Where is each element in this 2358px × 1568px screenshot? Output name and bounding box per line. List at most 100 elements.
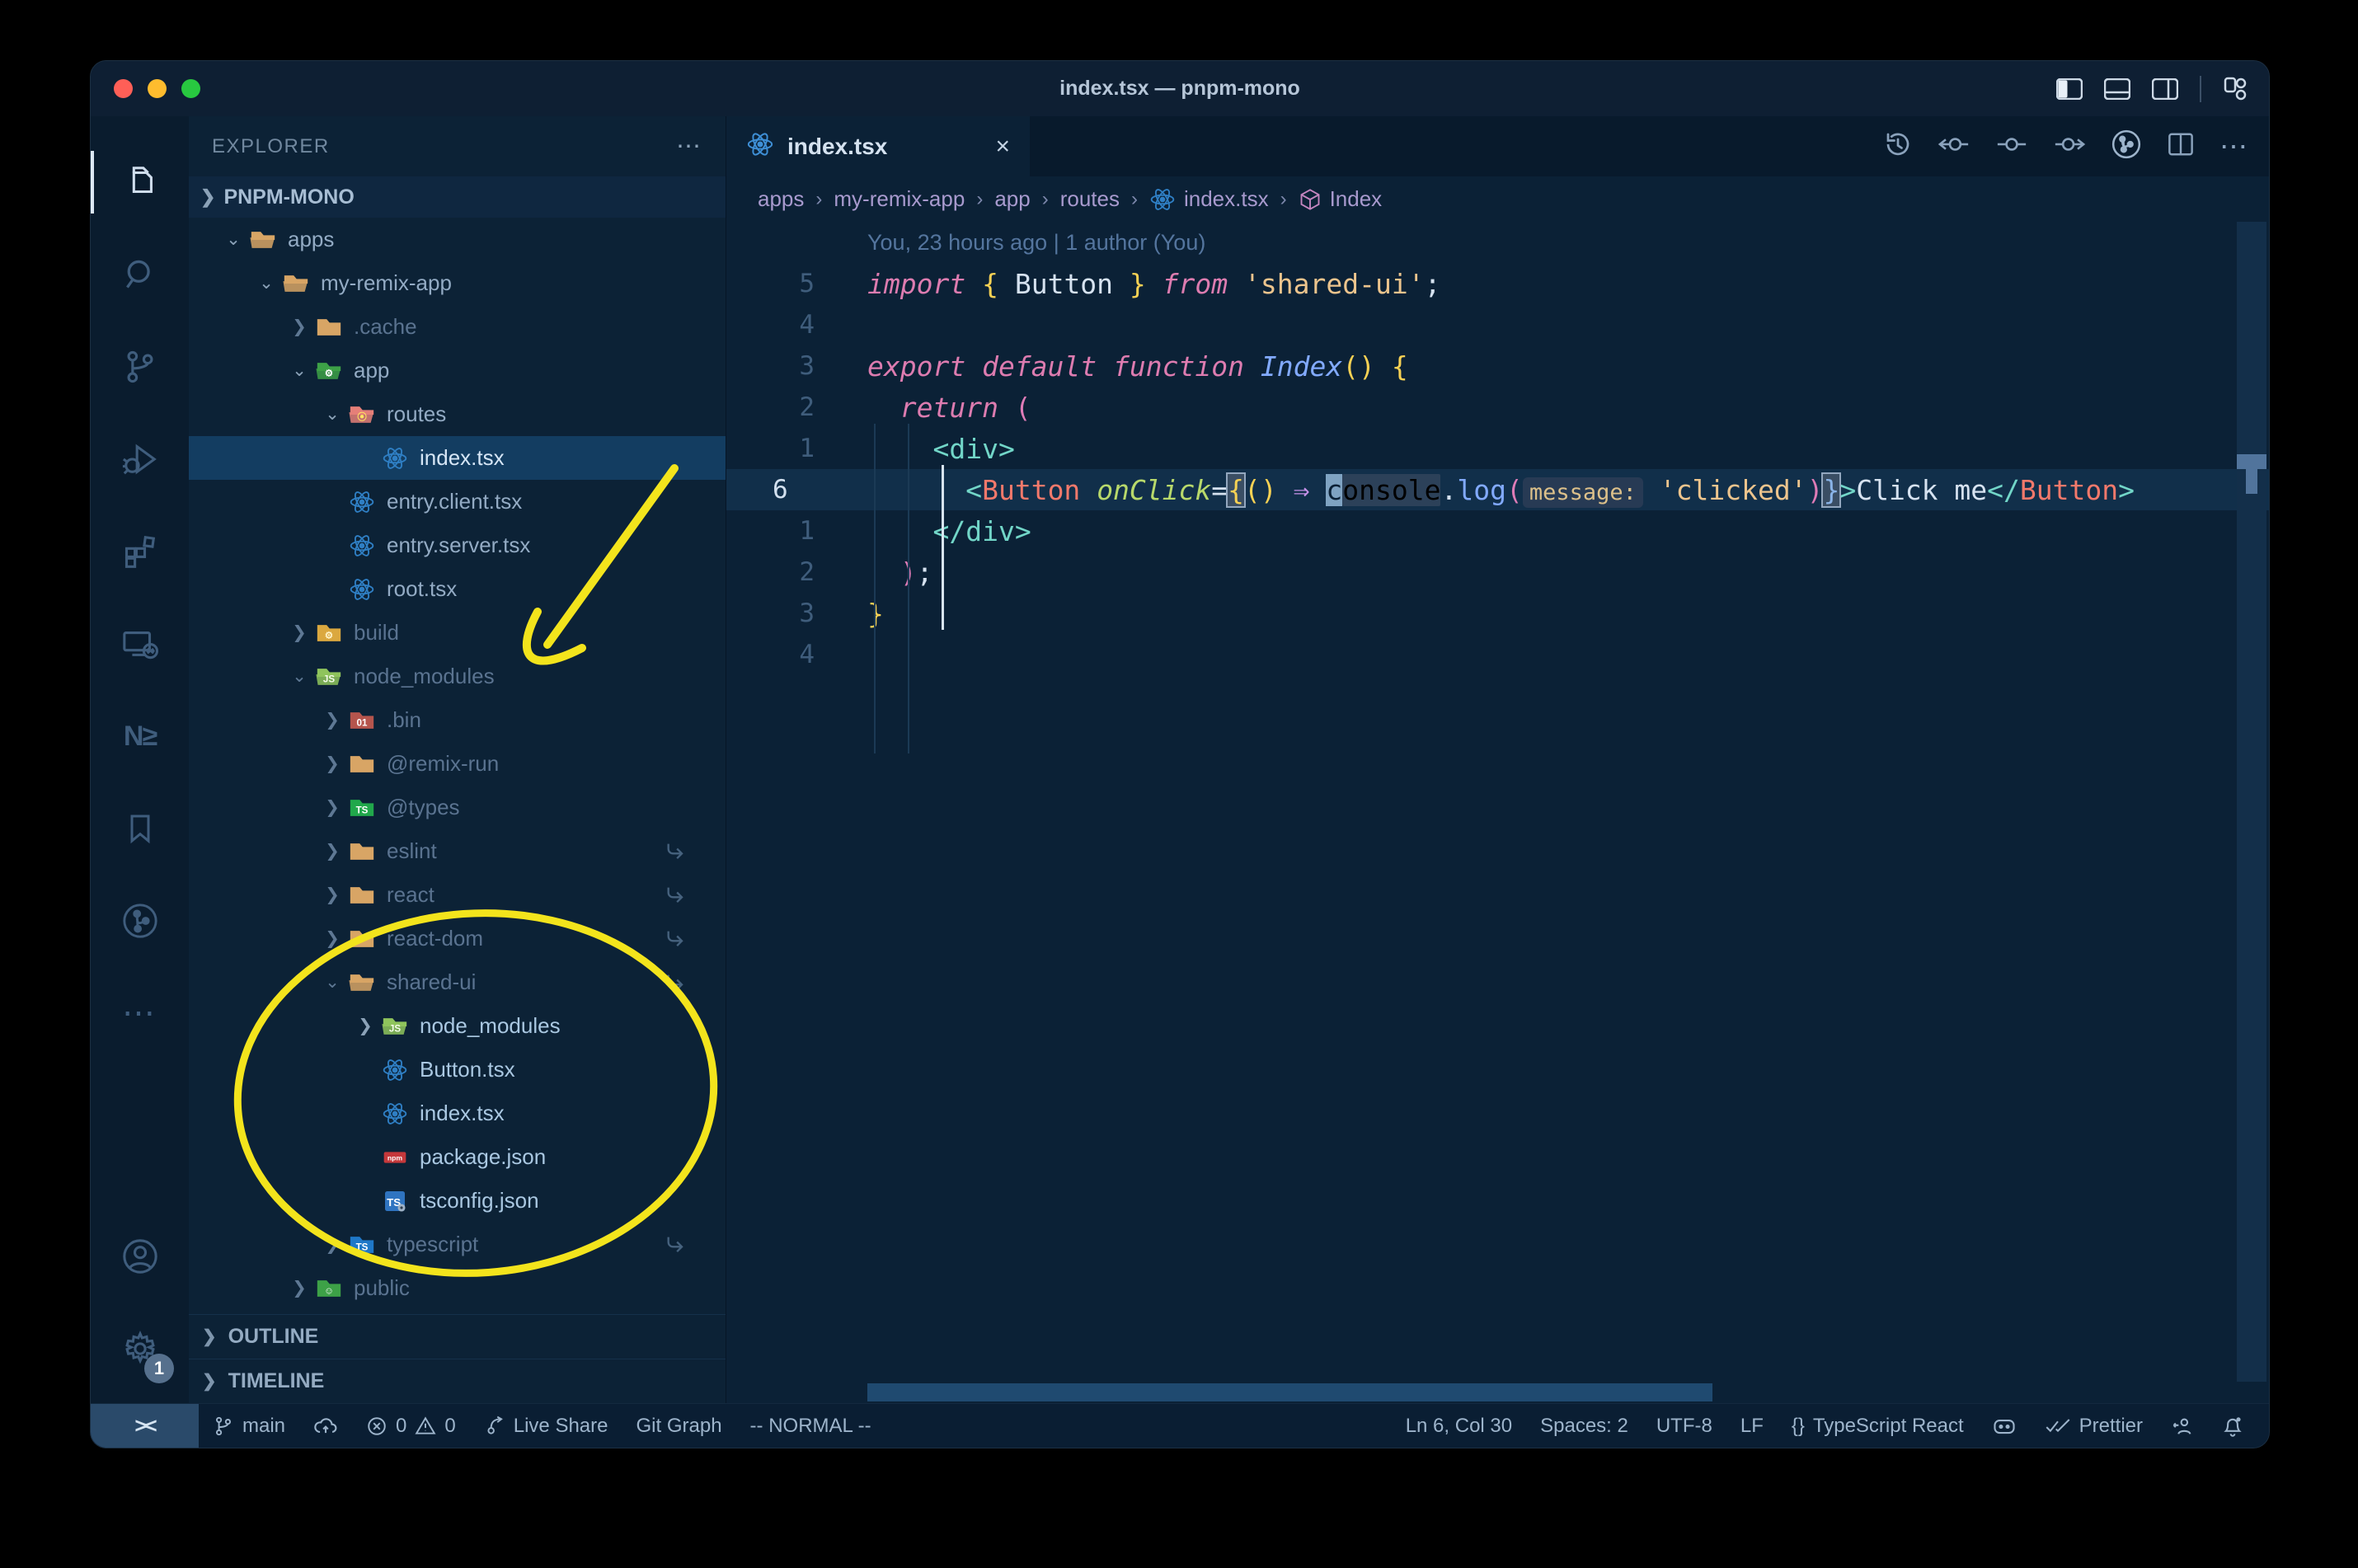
tree-item-typescript[interactable]: ❯ TS typescript [189,1223,726,1266]
chevron-right-icon[interactable]: ❯ [317,928,347,949]
status-eol[interactable]: LF [1726,1404,1778,1448]
horizontal-scrollbar[interactable] [867,1383,1712,1401]
chevron-right-icon[interactable]: ❯ [284,1278,314,1298]
chevron-right-icon[interactable]: ❯ [284,317,314,337]
tree-item--bin[interactable]: ❯ 01 .bin [189,698,726,742]
code-editor[interactable]: You, 23 hours ago | 1 author (You) 5 impor… [726,222,2269,1403]
status-encoding[interactable]: UTF-8 [1642,1404,1726,1448]
line-number[interactable]: 5 [726,269,867,298]
chevron-down-icon[interactable]: ⌄ [251,273,281,293]
timeline-section-header[interactable]: ❯ TIMELINE [189,1359,726,1403]
line-number[interactable]: 4 [726,640,867,669]
chevron-down-icon[interactable]: ⌄ [317,972,347,993]
activitybar-search-icon[interactable] [91,228,189,321]
chevron-right-icon[interactable]: ❯ [317,710,347,730]
chevron-right-icon[interactable]: ❯ [317,797,347,818]
tab-index-tsx[interactable]: index.tsx × [726,116,1031,176]
tree-item-index-tsx[interactable]: index.tsx [189,1091,726,1135]
status-indentation[interactable]: Spaces: 2 [1526,1404,1642,1448]
tree-item-react-dom[interactable]: ❯ react-dom [189,917,726,960]
status-branch[interactable]: main [199,1404,299,1448]
breadcrumb-routes[interactable]: routes [1060,186,1120,212]
breadcrumb-apps[interactable]: apps [758,186,804,212]
activitybar-bookmarks-icon[interactable] [91,782,189,875]
activitybar-source-control-icon[interactable] [91,321,189,413]
activitybar-remote-explorer-icon[interactable] [91,598,189,690]
tree-item-button-tsx[interactable]: Button.tsx [189,1048,726,1091]
tree-item-build[interactable]: ❯ ⚙ build [189,611,726,655]
toggle-sidebar-icon[interactable] [2056,77,2083,100]
chevron-right-icon[interactable]: ❯ [317,1234,347,1255]
activitybar-more-views-icon[interactable]: ⋯ [91,967,189,1059]
tree-item-app[interactable]: ⌄ ⚙ app [189,349,726,392]
minimize-window-button[interactable] [148,79,167,98]
chevron-down-icon[interactable]: ⌄ [317,404,347,425]
tree-item--cache[interactable]: ❯ .cache [189,305,726,349]
close-window-button[interactable] [114,79,133,98]
tree-item-tsconfig-json[interactable]: TS tsconfig.json [189,1179,726,1223]
chevron-right-icon[interactable]: ❯ [317,841,347,861]
breadcrumb-index-tsx[interactable]: index.tsx [1149,186,1269,213]
vertical-scrollbar[interactable] [2237,222,2266,1382]
tree-item-entry-server-tsx[interactable]: entry.server.tsx [189,523,726,567]
chevron-down-icon[interactable]: ⌄ [218,229,248,250]
tree-item-index-tsx[interactable]: index.tsx [189,436,726,480]
status-formatter[interactable]: Prettier [2031,1404,2157,1448]
status-language-mode[interactable]: {} TypeScript React [1778,1404,1978,1448]
customize-layout-icon[interactable] [2223,77,2248,101]
timeline-history-icon[interactable] [1883,129,1913,163]
status-cursor-position[interactable]: Ln 6, Col 30 [1392,1404,1526,1448]
line-number[interactable]: 2 [726,392,867,422]
activitybar-run-debug-icon[interactable] [91,413,189,505]
tree-item-eslint[interactable]: ❯ eslint [189,829,726,873]
tree-item-package-json[interactable]: npm package.json [189,1135,726,1179]
workspace-section-header[interactable]: ❯ PNPM-MONO [189,176,726,218]
remote-indicator[interactable]: >< [91,1404,199,1448]
toggle-secondary-sidebar-icon[interactable] [2152,77,2178,100]
status-notifications[interactable] [2208,1404,2257,1448]
zoom-window-button[interactable] [181,79,200,98]
next-change-icon[interactable] [2053,132,2086,161]
line-number[interactable]: 4 [726,310,867,340]
activitybar-extensions-icon[interactable] [91,505,189,598]
current-change-icon[interactable] [1995,132,2028,161]
gitlens-graph-icon[interactable] [2111,129,2142,164]
chevron-down-icon[interactable]: ⌄ [284,666,314,687]
split-editor-icon[interactable] [2167,132,2195,161]
chevron-down-icon[interactable]: ⌄ [284,360,314,381]
chevron-right-icon[interactable]: ❯ [284,622,314,643]
status-liveshare-contact[interactable] [2157,1404,2208,1448]
prev-change-icon[interactable] [1938,132,1970,161]
chevron-right-icon[interactable]: ❯ [317,885,347,905]
line-number[interactable]: 3 [726,599,867,628]
status-live-share[interactable]: Live Share [470,1404,622,1448]
activitybar-gitlens-icon[interactable] [91,875,189,967]
tree-item-shared-ui[interactable]: ⌄ shared-ui [189,960,726,1004]
outline-section-header[interactable]: ❯ OUTLINE [189,1314,726,1359]
status-problems[interactable]: 00 [352,1404,470,1448]
tree-item-public[interactable]: ❯ ☺ public [189,1266,726,1310]
breadcrumb-index[interactable]: Index [1299,186,1382,212]
breadcrumb-my-remix-app[interactable]: my-remix-app [834,186,965,212]
status-vim-mode[interactable]: -- NORMAL -- [736,1404,885,1448]
status-git-graph[interactable]: Git Graph [622,1404,736,1448]
tree-item--remix-run[interactable]: ❯ @remix-run [189,742,726,786]
line-number[interactable]: 2 [726,557,867,587]
breadcrumb-app[interactable]: app [994,186,1030,212]
tree-item-routes[interactable]: ⌄ ⦿ routes [189,392,726,436]
tree-item-entry-client-tsx[interactable]: entry.client.tsx [189,480,726,523]
activitybar-account-icon[interactable] [91,1210,189,1303]
line-number[interactable]: 3 [726,351,867,381]
tree-item-root-tsx[interactable]: root.tsx [189,567,726,611]
tree-item-my-remix-app[interactable]: ⌄ my-remix-app [189,261,726,305]
activitybar-explorer-icon[interactable] [91,136,189,228]
chevron-right-icon[interactable]: ❯ [317,753,347,774]
tree-item-node-modules[interactable]: ⌄ JS node_modules [189,655,726,698]
line-number[interactable]: 6 [726,475,867,505]
status-copilot[interactable] [1978,1404,2031,1448]
chevron-right-icon[interactable]: ❯ [350,1016,380,1036]
activitybar-settings-icon[interactable]: 1 [91,1303,189,1395]
tree-item-node-modules[interactable]: ❯ JS node_modules [189,1004,726,1048]
activitybar-nx-console-icon[interactable]: N≥ [91,690,189,782]
toggle-panel-icon[interactable] [2104,77,2130,100]
